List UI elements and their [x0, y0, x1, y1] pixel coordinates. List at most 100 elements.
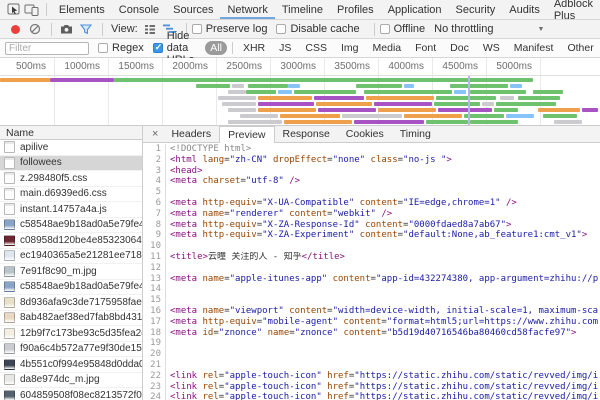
code-line: 3<head>	[143, 166, 600, 177]
inspect-icon[interactable]	[6, 2, 21, 18]
detail-tabs: HeadersPreviewResponseCookiesTiming	[163, 126, 438, 142]
detail-tab-cookies[interactable]: Cookies	[338, 126, 392, 142]
code-line: 24<link rel="apple-touch-icon" href="htt…	[143, 392, 600, 400]
device-toolbar-icon[interactable]	[23, 2, 38, 18]
filter-icon[interactable]	[77, 21, 95, 37]
tab-adblock-plus[interactable]: Adblock Plus	[547, 0, 600, 19]
request-row-instant-14757a4a-js[interactable]: instant.14757a4a.js	[0, 202, 142, 218]
filter-pill-ws[interactable]: WS	[478, 41, 505, 55]
request-name: 8d936afa9c3de7175958fae5…	[20, 297, 142, 308]
waterfall-bar	[454, 90, 466, 94]
line-content: <link rel="apple-touch-icon" href="https…	[166, 371, 598, 382]
code-line: 14	[143, 284, 600, 295]
throttling-dropdown-arrow-icon[interactable]: ▼	[537, 26, 544, 33]
request-row-apilive[interactable]: apilive	[0, 140, 142, 156]
line-number: 15	[143, 295, 166, 306]
image-icon	[4, 374, 15, 385]
filter-pill-media[interactable]: Media	[368, 41, 407, 55]
filter-pill-all[interactable]: All	[205, 41, 227, 55]
hide-data-urls-checkbox[interactable]	[153, 43, 163, 53]
tab-sources[interactable]: Sources	[166, 0, 220, 19]
record-icon[interactable]	[6, 21, 24, 37]
line-number: 10	[143, 241, 166, 252]
offline-checkbox[interactable]	[380, 24, 390, 34]
filter-pill-js[interactable]: JS	[274, 41, 296, 55]
code-line: 5	[143, 187, 600, 198]
disable-cache-checkbox[interactable]	[276, 24, 286, 34]
screenshot-capture-icon[interactable]	[57, 21, 75, 37]
preserve-log-checkbox[interactable]	[192, 24, 202, 34]
filter-pill-css[interactable]: CSS	[300, 41, 332, 55]
request-row-12b9f7c173be93c5d35fea2d[interactable]: 12b9f7c173be93c5d35fea2d…	[0, 326, 142, 342]
line-number: 24	[143, 392, 166, 400]
request-row-c58548ae9b18ad0a5e79fe4e[interactable]: c58548ae9b18ad0a5e79fe4e…	[0, 280, 142, 296]
request-name: c58548ae9b18ad0a5e79fe4e…	[20, 281, 142, 292]
request-row-8ab482aef38ed7fab8bd4314[interactable]: 8ab482aef38ed7fab8bd4314…	[0, 311, 142, 327]
filter-pill-font[interactable]: Font	[410, 41, 441, 55]
tab-application[interactable]: Application	[381, 0, 449, 19]
tab-elements[interactable]: Elements	[52, 0, 112, 19]
line-number: 7	[143, 209, 166, 220]
waterfall-bar	[366, 96, 434, 100]
line-number: 13	[143, 274, 166, 285]
request-row-ec1940365a5e21281ee71856[interactable]: ec1940365a5e21281ee71856…	[0, 249, 142, 265]
filter-pill-manifest[interactable]: Manifest	[509, 41, 559, 55]
code-line: 21	[143, 360, 600, 371]
line-content	[166, 284, 170, 295]
tab-network[interactable]: Network	[220, 0, 274, 19]
request-row-z-298480f5-css[interactable]: z.298480f5.css	[0, 171, 142, 187]
waterfall-bar	[374, 102, 432, 106]
line-number: 19	[143, 338, 166, 349]
request-row-da8e974dc-m-jpg[interactable]: da8e974dc_m.jpg	[0, 373, 142, 389]
filter-input[interactable]	[5, 42, 89, 55]
waterfall-bar	[450, 84, 508, 88]
line-content: <meta http-equiv="X-ZA-Experiment" conte…	[166, 230, 587, 241]
request-row-main-d6939ed6-css[interactable]: main.d6939ed6.css	[0, 187, 142, 203]
close-icon[interactable]: ×	[147, 128, 163, 140]
waterfall-overview[interactable]	[0, 76, 600, 126]
waterfall-bar	[364, 90, 452, 94]
request-row-604859508f08ec8213572f0a7[interactable]: 604859508f08ec8213572f0a7…	[0, 388, 142, 400]
request-row-followees[interactable]: followees	[0, 156, 142, 172]
waterfall-bar	[494, 108, 518, 112]
request-row-7e91f8c90-m-jpg[interactable]: 7e91f8c90_m.jpg	[0, 264, 142, 280]
preserve-log-label: Preserve log	[206, 23, 268, 35]
line-number: 1	[143, 144, 166, 155]
code-line: 23<link rel="apple-touch-icon" href="htt…	[143, 382, 600, 393]
line-content: <meta name="apple-itunes-app" content="a…	[166, 274, 598, 285]
regex-checkbox-row: Regex	[98, 42, 144, 54]
request-row-4b551c0f994e95848d0dda09[interactable]: 4b551c0f994e95848d0dda09…	[0, 357, 142, 373]
tab-security[interactable]: Security	[449, 0, 503, 19]
overview-gridline	[540, 76, 541, 125]
request-row-c08958d120be4e853230649[interactable]: c08958d120be4e853230649…	[0, 233, 142, 249]
filter-pill-xhr[interactable]: XHR	[238, 41, 270, 55]
tab-console[interactable]: Console	[112, 0, 166, 19]
filter-pill-img[interactable]: Img	[336, 41, 364, 55]
detail-tab-headers[interactable]: Headers	[163, 126, 219, 142]
filter-pill-doc[interactable]: Doc	[445, 41, 474, 55]
disable-cache-checkbox-row: Disable cache	[276, 23, 359, 35]
detail-tab-timing[interactable]: Timing	[392, 126, 439, 142]
waterfall-bar	[538, 108, 580, 112]
filter-pill-other[interactable]: Other	[562, 41, 598, 55]
image-icon	[4, 297, 15, 308]
detail-tab-response[interactable]: Response	[275, 126, 338, 142]
request-name: f90a6c4b572a77e9f30de153…	[20, 343, 142, 354]
image-icon	[4, 250, 15, 261]
waterfall-bar	[258, 96, 312, 100]
request-row-8d936afa9c3de7175958fae5[interactable]: 8d936afa9c3de7175958fae5…	[0, 295, 142, 311]
detail-tab-preview[interactable]: Preview	[219, 126, 274, 143]
name-column-header[interactable]: Name	[0, 126, 142, 140]
request-row-c58548ae9b18ad0a5e79fe4e[interactable]: c58548ae9b18ad0a5e79fe4e…	[0, 218, 142, 234]
throttling-select[interactable]: No throttling	[434, 23, 493, 35]
regex-checkbox[interactable]	[98, 43, 108, 53]
waterfall-bar	[496, 102, 556, 106]
tab-audits[interactable]: Audits	[502, 0, 547, 19]
code-line: 17<meta http-equiv="mobile-agent" conten…	[143, 317, 600, 328]
clear-icon[interactable]	[26, 21, 44, 37]
tab-profiles[interactable]: Profiles	[330, 0, 381, 19]
code-line: 8<meta http-equiv="X-ZA-Response-Id" con…	[143, 220, 600, 231]
request-row-f90a6c4b572a77e9f30de153[interactable]: f90a6c4b572a77e9f30de153…	[0, 342, 142, 358]
requests-sidebar: Name apilivefolloweesz.298480f5.cssmain.…	[0, 126, 143, 400]
tab-timeline[interactable]: Timeline	[275, 0, 330, 19]
